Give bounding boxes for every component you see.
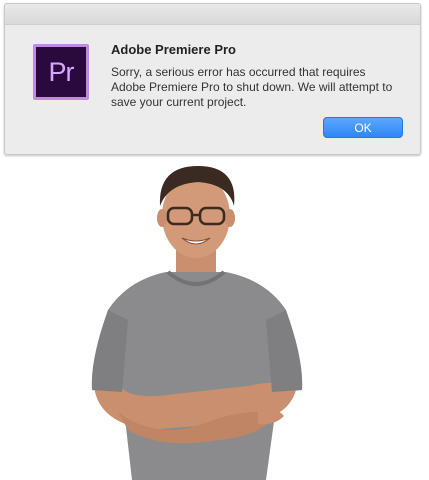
dialog-message: Sorry, a serious error has occurred that… <box>111 65 393 109</box>
error-dialog: Pr Adobe Premiere Pro Sorry, a serious e… <box>4 3 421 155</box>
dialog-titlebar <box>5 4 420 25</box>
ok-button[interactable]: OK <box>323 117 403 138</box>
dialog-title: Adobe Premiere Pro <box>111 42 236 57</box>
person-photo <box>91 166 303 480</box>
premiere-pro-icon: Pr <box>33 44 89 100</box>
app-icon-text: Pr <box>48 56 75 87</box>
